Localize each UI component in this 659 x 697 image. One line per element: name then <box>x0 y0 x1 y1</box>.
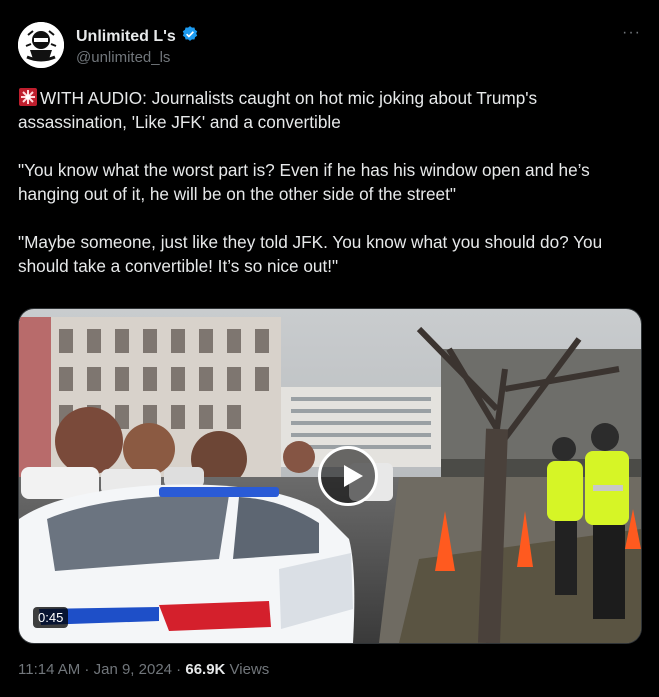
user-handle[interactable]: @unlimited_ls <box>76 49 170 66</box>
tweet-paragraph-1: WITH AUDIO: Journalists caught on hot mi… <box>18 86 646 134</box>
video-player[interactable]: 0:45 <box>18 308 642 644</box>
play-button[interactable] <box>318 446 378 506</box>
siren-emoji-icon <box>18 87 38 107</box>
tweet-text: WITH AUDIO: Journalists caught on hot mi… <box>18 86 646 278</box>
tweet-header: Unlimited L's @unlimited_ls ··· <box>18 22 645 70</box>
meta-separator-2: · <box>172 661 186 678</box>
tweet-meta: 11:14 AM · Jan 9, 2024 · 66.9K Views <box>18 661 269 678</box>
video-duration: 0:45 <box>33 607 69 628</box>
tweet-date[interactable]: Jan 9, 2024 <box>94 661 172 678</box>
meta-separator: · <box>80 661 94 678</box>
more-horizontal-icon[interactable]: ··· <box>622 24 641 42</box>
views-label: Views <box>225 661 270 678</box>
tweet-time[interactable]: 11:14 AM <box>18 661 80 678</box>
display-name[interactable]: Unlimited L's <box>76 28 176 46</box>
tweet-paragraph-3: "Maybe someone, just like they told JFK.… <box>18 232 603 276</box>
views-count[interactable]: 66.9K <box>185 661 225 678</box>
verified-badge-icon <box>181 25 199 48</box>
tweet-paragraph-1-text: WITH AUDIO: Journalists caught on hot mi… <box>18 88 538 132</box>
tweet-paragraph-2: "You know what the worst part is? Even i… <box>18 160 590 204</box>
avatar[interactable] <box>18 22 64 68</box>
